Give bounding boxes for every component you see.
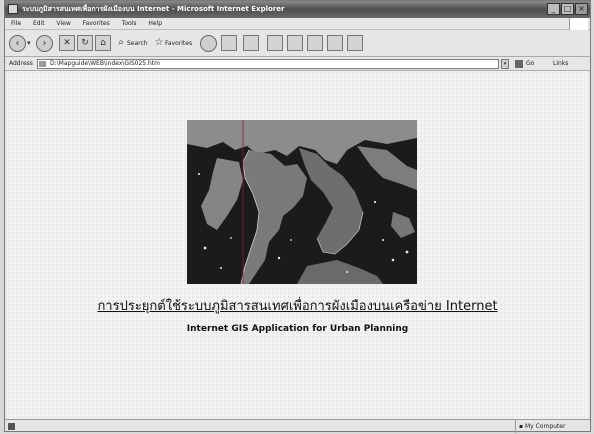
status-bar: ▪ My Computer <box>5 419 593 433</box>
ie-icon <box>8 4 18 14</box>
home-icon: ⌂ <box>100 38 106 48</box>
title-bar: ระบบภูมิสารสนเทศเพื่อการผังเมืองบน Inter… <box>5 1 590 18</box>
stop-button[interactable]: ✕ <box>59 35 75 51</box>
address-bar: Address D:\Mapguide\WEB\index\GIS025.htm… <box>5 57 590 71</box>
toolbar: ‹ ▾ › ✕ ↻ ⌂ ⌕ Search ☆ Favorites <box>5 30 590 57</box>
discuss-icon[interactable] <box>287 35 303 51</box>
close-button[interactable]: × <box>575 3 588 15</box>
minimize-button[interactable]: _ <box>547 3 560 15</box>
map-image <box>187 120 417 284</box>
address-input[interactable]: D:\Mapguide\WEB\index\GIS025.htm <box>37 59 499 69</box>
back-button[interactable]: ‹ <box>9 35 26 52</box>
menu-bar: File Edit View Favorites Tools Help <box>5 18 590 30</box>
go-arrow-icon[interactable] <box>515 60 523 68</box>
stop-icon: ✕ <box>63 38 71 48</box>
favorites-button[interactable]: Favorites <box>165 40 192 47</box>
back-dropdown-icon[interactable]: ▾ <box>27 35 31 51</box>
research-icon[interactable] <box>327 35 343 51</box>
edit-icon[interactable] <box>267 35 283 51</box>
search-icon[interactable]: ⌕ <box>115 35 127 51</box>
english-title: Internet GIS Application for Urban Plann… <box>186 324 409 334</box>
menu-tools[interactable]: Tools <box>122 18 137 30</box>
menu-help[interactable]: Help <box>148 18 162 30</box>
address-url: D:\Mapguide\WEB\index\GIS025.htm <box>50 60 161 67</box>
menu-favorites[interactable]: Favorites <box>83 18 110 30</box>
address-label: Address <box>9 60 33 67</box>
windows-logo-icon <box>569 18 588 30</box>
security-zone: ▪ My Computer <box>515 420 593 433</box>
menu-file[interactable]: File <box>11 18 21 30</box>
page-content: การประยุกต์ใช้ระบบภูมิสารสนเทศเพื่อการผั… <box>7 71 588 419</box>
page-status-icon <box>8 423 15 430</box>
maximize-button[interactable]: □ <box>561 3 574 15</box>
messenger-icon[interactable] <box>307 35 323 51</box>
history-icon[interactable] <box>200 35 217 52</box>
menu-edit[interactable]: Edit <box>33 18 45 30</box>
menu-view[interactable]: View <box>57 18 71 30</box>
southeast-asia-map <box>187 120 417 284</box>
go-button[interactable]: Go <box>526 57 534 71</box>
print-icon[interactable] <box>243 35 259 51</box>
thai-title: การประยุกต์ใช้ระบบภูมิสารสนเทศเพื่อการผั… <box>97 299 498 314</box>
zone-label: My Computer <box>524 423 566 430</box>
mail-icon[interactable] <box>221 35 237 51</box>
links-button[interactable]: Links <box>553 57 568 71</box>
forward-button[interactable]: › <box>36 35 53 52</box>
favorites-star-icon[interactable]: ☆ <box>153 35 165 51</box>
home-button[interactable]: ⌂ <box>95 35 111 51</box>
refresh-button[interactable]: ↻ <box>77 35 93 51</box>
page-icon <box>39 61 46 67</box>
search-button[interactable]: Search <box>127 40 148 47</box>
tool-icon[interactable] <box>347 35 363 51</box>
refresh-icon: ↻ <box>81 38 89 48</box>
address-dropdown-icon[interactable]: ▾ <box>501 59 509 69</box>
browser-window: ระบบภูมิสารสนเทศเพื่อการผังเมืองบน Inter… <box>4 0 593 433</box>
window-title: ระบบภูมิสารสนเทศเพื่อการผังเมืองบน Inter… <box>22 5 285 13</box>
